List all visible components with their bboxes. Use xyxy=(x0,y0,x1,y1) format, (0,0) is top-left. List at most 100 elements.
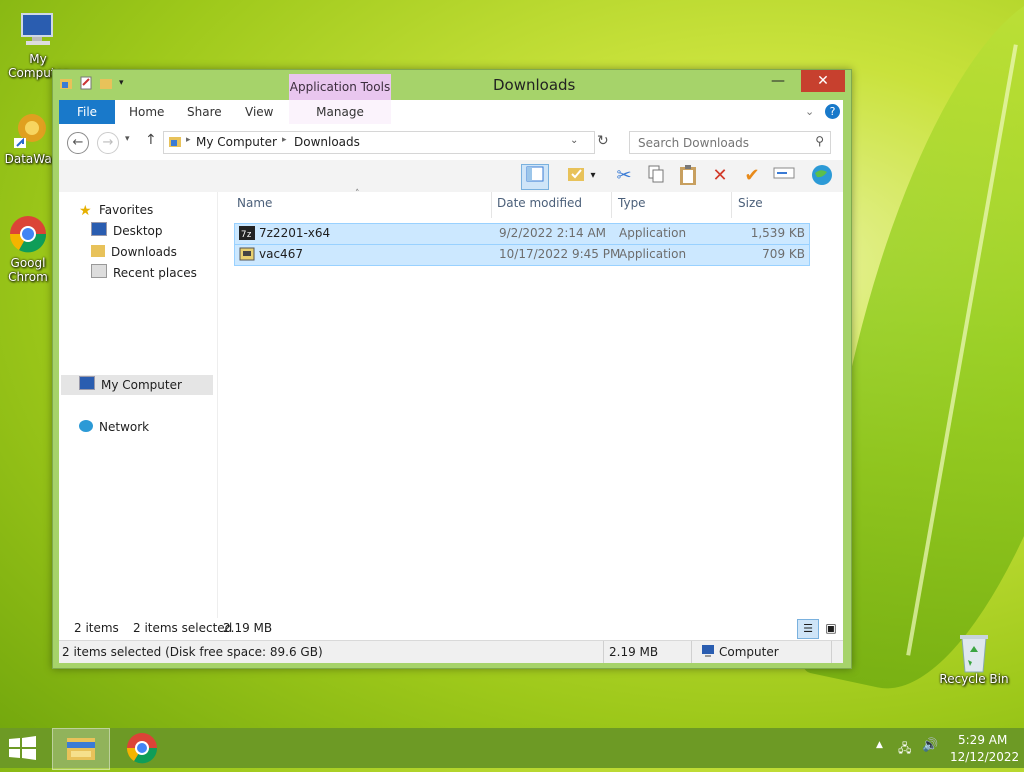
search-input[interactable] xyxy=(636,135,810,151)
address-bar[interactable]: ▸ My Computer ▸ Downloads ⌄ xyxy=(163,131,595,154)
minimize-button[interactable]: — xyxy=(763,70,793,92)
column-divider[interactable] xyxy=(731,192,732,218)
folder-icon[interactable] xyxy=(59,76,73,90)
installer-app-icon xyxy=(239,246,255,265)
column-header-date[interactable]: Date modified xyxy=(497,196,582,210)
nav-network-label: Network xyxy=(99,420,150,434)
start-button[interactable] xyxy=(8,736,38,760)
svg-text:7z: 7z xyxy=(241,230,252,240)
folder-icon xyxy=(168,134,182,151)
up-button[interactable]: ↑ xyxy=(145,132,157,148)
volume-icon[interactable]: 🔊 xyxy=(922,738,938,753)
file-name: 7z2201-x64 xyxy=(259,226,331,240)
title-bar[interactable]: ▾ Application Tools Downloads — ☐ ✕ xyxy=(53,70,851,100)
desktop-icon xyxy=(91,222,107,236)
cut-icon[interactable]: ✂ xyxy=(611,164,637,188)
nav-recent-places[interactable]: Recent places xyxy=(91,263,197,283)
address-row: ← → ▾ ↑ ▸ My Computer ▸ Downloads ⌄ ↻ ⚲ xyxy=(59,124,843,160)
address-dropdown-icon[interactable]: ⌄ xyxy=(570,135,578,146)
application-tools-header: Application Tools xyxy=(289,74,391,100)
breadcrumb-my-computer[interactable]: My Computer xyxy=(196,135,277,149)
recent-places-icon xyxy=(91,264,107,278)
paste-icon[interactable] xyxy=(675,164,701,188)
search-icon[interactable]: ⚲ xyxy=(815,134,824,148)
chrome-icon xyxy=(8,214,48,254)
tab-home[interactable]: Home xyxy=(129,100,164,124)
desktop-icon-label: Recycle Bin xyxy=(939,672,1009,686)
command-toolbar: ▾ ✂ ✕ ✔ xyxy=(59,160,843,193)
refresh-button[interactable]: ↻ xyxy=(597,133,609,149)
chevron-down-icon[interactable]: ▾ xyxy=(119,76,133,90)
forward-button[interactable]: → xyxy=(97,132,119,154)
desktop-icon-chrome[interactable]: Googl Chrom xyxy=(0,214,56,284)
column-divider[interactable] xyxy=(611,192,612,218)
status-bar: 2 items selected (Disk free space: 89.6 … xyxy=(59,640,843,663)
search-box[interactable]: ⚲ xyxy=(629,131,831,154)
help-icon[interactable]: ? xyxy=(825,104,840,119)
tab-share[interactable]: Share xyxy=(187,100,222,124)
star-icon: ★ xyxy=(79,203,92,219)
network-icon[interactable]: 🖧 xyxy=(898,739,911,760)
clock-time[interactable]: 5:29 AM xyxy=(958,733,1007,747)
chrome-icon xyxy=(126,733,158,764)
nav-desktop[interactable]: Desktop xyxy=(91,221,163,241)
nav-downloads[interactable]: Downloads xyxy=(91,242,177,262)
back-button[interactable]: ← xyxy=(67,132,89,154)
7zip-app-icon: 7z xyxy=(239,225,255,244)
check-icon[interactable]: ✔ xyxy=(739,164,765,188)
copy-icon[interactable] xyxy=(643,164,669,188)
nav-my-computer-label: My Computer xyxy=(101,378,182,392)
selected-count: 2 items selected xyxy=(133,621,233,635)
folder-options-icon[interactable] xyxy=(563,164,589,188)
show-hidden-icons-icon[interactable]: ▲ xyxy=(876,740,883,750)
large-icons-view-icon[interactable]: ▣ xyxy=(821,619,841,637)
file-date: 9/2/2022 2:14 AM xyxy=(499,226,607,240)
chevron-down-icon[interactable]: ▾ xyxy=(587,164,599,188)
breadcrumb-downloads[interactable]: Downloads xyxy=(294,135,360,149)
close-button[interactable]: ✕ xyxy=(801,70,845,92)
recycle-bin-icon xyxy=(954,630,994,673)
preview-pane-icon[interactable] xyxy=(521,164,549,190)
column-divider[interactable] xyxy=(491,192,492,218)
taskbar-chrome[interactable] xyxy=(114,728,170,768)
details-view-icon[interactable]: ☰ xyxy=(797,619,819,639)
status-bar-selection: 2 items selected (Disk free space: 89.6 … xyxy=(62,645,323,659)
status-divider xyxy=(603,641,604,663)
nav-desktop-label: Desktop xyxy=(113,224,163,238)
tab-file[interactable]: File xyxy=(59,100,115,124)
file-row[interactable]: 7z 7z2201-x64 9/2/2022 2:14 AM Applicati… xyxy=(234,223,810,245)
column-header-type[interactable]: Type xyxy=(618,196,646,210)
globe-icon[interactable] xyxy=(809,164,835,188)
file-explorer-icon xyxy=(67,738,95,760)
clock-date[interactable]: 12/12/2022 xyxy=(950,750,1019,764)
file-size: 709 KB xyxy=(762,247,805,261)
column-header-name[interactable]: Name xyxy=(237,196,272,210)
file-list: ˄ Name Date modified Type Size 7z 7z2201… xyxy=(227,189,843,618)
datawag-icon xyxy=(12,110,52,150)
delete-icon[interactable]: ✕ xyxy=(707,164,733,188)
quick-access-toolbar: ▾ xyxy=(59,76,133,90)
new-folder-icon[interactable] xyxy=(99,76,113,90)
computer-icon xyxy=(79,376,95,390)
recent-locations-icon[interactable]: ▾ xyxy=(125,134,130,144)
rename-icon[interactable] xyxy=(771,164,797,188)
tab-view[interactable]: View xyxy=(245,100,273,124)
nav-network[interactable]: Network xyxy=(79,417,149,437)
properties-icon[interactable] xyxy=(79,76,93,90)
breadcrumb-separator-icon: ▸ xyxy=(282,135,287,145)
nav-favorites[interactable]: ★ Favorites xyxy=(79,200,153,220)
status-divider xyxy=(831,641,832,663)
desktop-icon-recycle-bin[interactable]: Recycle Bin xyxy=(938,630,1010,686)
nav-recent-label: Recent places xyxy=(113,266,197,280)
file-row[interactable]: vac467 10/17/2022 9:45 PM Application 70… xyxy=(234,244,810,266)
file-type: Application xyxy=(619,226,687,240)
selected-size: 2.19 MB xyxy=(223,621,273,635)
nav-my-computer[interactable]: My Computer xyxy=(61,375,213,395)
column-header-size[interactable]: Size xyxy=(738,196,763,210)
tab-manage[interactable]: Manage xyxy=(289,100,391,124)
taskbar-file-explorer[interactable] xyxy=(52,728,110,770)
expand-ribbon-icon[interactable]: ⌄ xyxy=(805,105,814,118)
downloads-folder-icon xyxy=(91,245,105,257)
sort-ascending-icon: ˄ xyxy=(355,189,360,199)
nav-downloads-label: Downloads xyxy=(111,245,177,259)
